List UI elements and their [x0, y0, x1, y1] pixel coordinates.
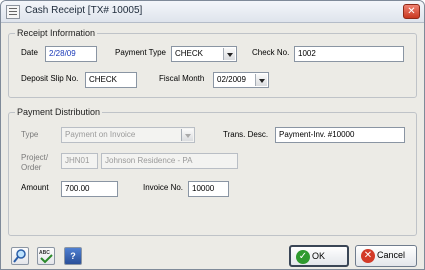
- ok-label: OK: [312, 251, 326, 261]
- check-no-input[interactable]: 1002: [294, 46, 404, 62]
- receipt-information-legend: Receipt Information: [15, 28, 98, 38]
- dropdown-arrow-icon: [181, 129, 193, 141]
- search-button[interactable]: [11, 247, 29, 265]
- cancel-label: Cancel: [377, 250, 406, 260]
- fiscal-month-label: Fiscal Month: [159, 74, 205, 83]
- payment-type-label: Payment Type: [115, 48, 166, 57]
- ok-icon: ✓: [296, 250, 310, 264]
- deposit-slip-label: Deposit Slip No.: [21, 74, 79, 83]
- date-input[interactable]: 2/28/09: [45, 46, 97, 62]
- amount-label: Amount: [21, 183, 49, 192]
- deposit-slip-input[interactable]: CHECK: [85, 72, 137, 88]
- project-code-input: JHN01: [61, 153, 98, 169]
- close-icon: ✕: [407, 6, 416, 17]
- trans-desc-input[interactable]: Payment-Inv. #10000: [275, 127, 405, 143]
- project-label-line2: Order: [21, 163, 42, 172]
- project-label-line1: Project/: [21, 153, 49, 162]
- ok-button[interactable]: ✓ OK: [289, 245, 349, 267]
- trans-desc-label: Trans. Desc.: [223, 130, 269, 139]
- spellcheck-button[interactable]: ABC: [37, 247, 55, 265]
- title-bar: Cash Receipt [TX# 10005] ✕: [1, 1, 424, 23]
- invoice-no-label: Invoice No.: [143, 183, 184, 192]
- amount-input[interactable]: 700.00: [61, 181, 118, 197]
- search-icon: [13, 249, 26, 263]
- payment-distribution-group: Payment Distribution Type Payment on Inv…: [8, 107, 417, 236]
- help-button[interactable]: ?: [64, 247, 82, 265]
- payment-type-value: CHECK: [175, 49, 204, 58]
- app-icon: [6, 5, 20, 19]
- cancel-icon: ✕: [361, 249, 375, 263]
- bottom-toolbar: ABC ? ✓ OK ✕ Cancel: [1, 240, 424, 269]
- project-name-input: Johnson Residence - PA: [101, 153, 238, 169]
- type-select: Payment on Invoice: [61, 127, 195, 143]
- fiscal-month-value: 02/2009: [217, 75, 246, 84]
- window-title: Cash Receipt [TX# 10005]: [25, 5, 143, 16]
- fiscal-month-select[interactable]: 02/2009: [213, 72, 269, 88]
- date-label: Date: [21, 48, 38, 57]
- dropdown-arrow-icon[interactable]: [255, 74, 267, 86]
- invoice-no-input[interactable]: 10000: [188, 181, 229, 197]
- close-button[interactable]: ✕: [403, 4, 420, 19]
- cancel-button[interactable]: ✕ Cancel: [355, 245, 417, 267]
- type-value: Payment on Invoice: [65, 130, 136, 139]
- type-label: Type: [21, 130, 39, 139]
- help-icon: ?: [70, 251, 76, 261]
- dropdown-arrow-icon[interactable]: [223, 48, 235, 60]
- cash-receipt-window: Cash Receipt [TX# 10005] ✕ Receipt Infor…: [0, 0, 425, 270]
- check-no-label: Check No.: [252, 48, 290, 57]
- payment-distribution-legend: Payment Distribution: [15, 107, 103, 117]
- receipt-information-group: Receipt Information Date 2/28/09 Payment…: [8, 28, 417, 98]
- payment-type-select[interactable]: CHECK: [171, 46, 237, 62]
